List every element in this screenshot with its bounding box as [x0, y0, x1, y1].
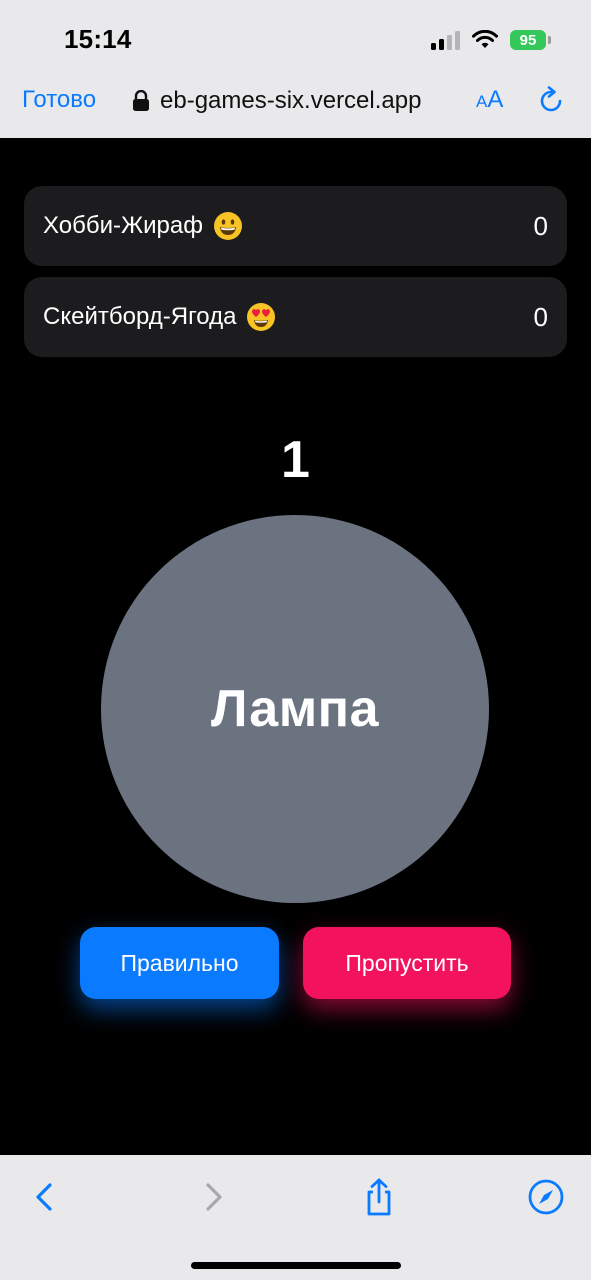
text-size-large-a: A [487, 86, 504, 113]
compass-icon[interactable] [526, 1177, 566, 1217]
round-number: 1 [281, 431, 310, 489]
correct-button[interactable]: Правильно [80, 927, 279, 999]
player-name-text: Скейтборд-Ягода [43, 303, 237, 330]
word-card: Лампа [101, 515, 489, 903]
player-card: Скейтборд-Ягода 0 [24, 277, 567, 357]
battery-icon: 95 [510, 30, 551, 50]
skip-button[interactable]: Пропустить [303, 927, 511, 999]
browser-top-bar: 15:14 95 Готово eb-games-six.vercel.app … [0, 0, 591, 138]
reload-icon[interactable] [536, 86, 566, 116]
player-name: Скейтборд-Ягода [43, 302, 276, 332]
status-time: 15:14 [64, 24, 132, 54]
player-card: Хобби-Жираф 0 [24, 186, 567, 266]
current-word: Лампа [211, 680, 379, 738]
battery-level: 95 [510, 30, 546, 50]
cellular-signal-icon [431, 30, 460, 50]
forward-chevron-icon[interactable] [194, 1177, 234, 1217]
player-score: 0 [533, 210, 548, 241]
player-name: Хобби-Жираф [43, 211, 243, 241]
lock-icon [133, 90, 149, 111]
url-text: eb-games-six.vercel.app [160, 87, 422, 114]
player-name-text: Хобби-Жираф [43, 212, 203, 239]
done-button[interactable]: Готово [22, 86, 96, 114]
address-bar[interactable]: eb-games-six.vercel.app [132, 84, 462, 118]
heart-eyes-emoji-icon [247, 303, 276, 331]
player-score: 0 [533, 301, 548, 332]
share-icon[interactable] [359, 1177, 399, 1217]
text-size-small-a: A [476, 92, 488, 111]
home-indicator [191, 1262, 401, 1269]
status-icons: 95 [431, 26, 551, 54]
back-chevron-icon[interactable] [24, 1177, 64, 1217]
text-size-button[interactable]: AA [476, 86, 503, 114]
grinning-face-emoji-icon [213, 212, 242, 240]
browser-url-row: Готово eb-games-six.vercel.app AA [0, 78, 591, 124]
wifi-icon [472, 30, 498, 48]
